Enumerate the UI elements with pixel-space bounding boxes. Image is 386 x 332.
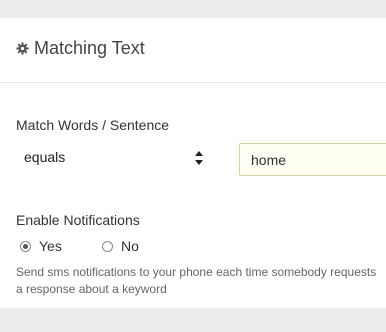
matching-text-panel: Matching Text Match Words / Sentence equ… xyxy=(0,18,386,308)
panel-header: Matching Text xyxy=(0,18,386,83)
match-text-input-value: home xyxy=(251,152,287,168)
gear-icon xyxy=(16,42,29,55)
notifications-no-option[interactable]: No xyxy=(102,238,139,254)
match-type-select-value: equals xyxy=(24,149,66,165)
enable-notifications-label: Enable Notifications xyxy=(16,212,140,228)
match-text-input[interactable]: home xyxy=(239,143,386,176)
yes-radio[interactable] xyxy=(20,240,31,252)
panel-title-text: Matching Text xyxy=(34,38,145,58)
yes-radio-label: Yes xyxy=(39,238,62,254)
notifications-yes-option[interactable]: Yes xyxy=(20,238,62,254)
notifications-help-text: Send sms notifications to your phone eac… xyxy=(16,265,377,296)
no-radio-label: No xyxy=(121,238,139,254)
no-radio[interactable] xyxy=(102,240,113,252)
updown-arrows-icon xyxy=(194,148,204,168)
match-words-label: Match Words / Sentence xyxy=(16,117,170,133)
panel-title: Matching Text xyxy=(16,38,145,59)
match-type-select[interactable]: equals xyxy=(16,144,206,172)
